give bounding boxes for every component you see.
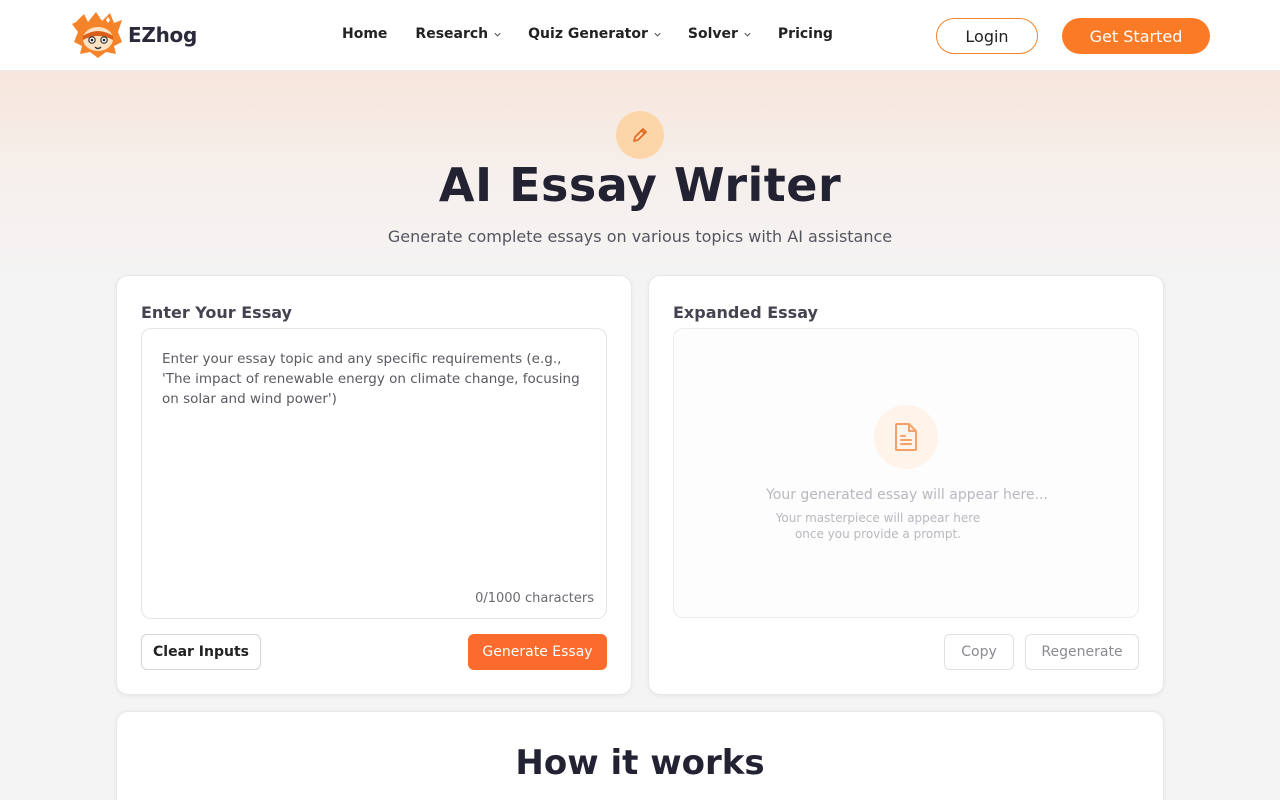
page-title: AI Essay Writer	[438, 158, 842, 212]
generate-essay-button[interactable]: Generate Essay	[468, 634, 607, 670]
copy-button[interactable]: Copy	[944, 634, 1014, 670]
essay-topic-input[interactable]	[141, 328, 607, 619]
output-placeholder-title: Your generated essay will appear here...	[766, 487, 1048, 503]
clear-inputs-button[interactable]: Clear Inputs	[141, 634, 261, 670]
nav-research-label: Research	[415, 26, 489, 42]
chevron-down-icon	[654, 32, 661, 37]
document-icon	[895, 423, 917, 451]
brand-logo[interactable]: EZhog	[72, 12, 197, 58]
nav-home-label: Home	[342, 26, 388, 42]
nav-quiz-generator[interactable]: Quiz Generator	[528, 26, 662, 42]
regenerate-button[interactable]: Regenerate	[1025, 634, 1139, 670]
get-started-button[interactable]: Get Started	[1062, 18, 1210, 54]
nav-research[interactable]: Research	[415, 26, 502, 42]
essay-input-card: Enter Your Essay 0/1000 characters Clear…	[116, 275, 632, 695]
site-header: EZhog Home Research Quiz Generator Solve…	[0, 0, 1280, 71]
input-card-title: Enter Your Essay	[141, 303, 292, 322]
essay-output-area: Your generated essay will appear here...…	[673, 328, 1139, 618]
how-it-works-section: How it works	[116, 711, 1164, 800]
pencil-icon	[633, 128, 647, 142]
brand-name: EZhog	[128, 23, 197, 47]
output-placeholder-subtitle: Your masterpiece will appear here once y…	[674, 510, 1082, 542]
document-icon-badge	[874, 405, 938, 469]
placeholder-sub-line-1: Your masterpiece will appear here	[775, 511, 981, 525]
placeholder-sub-line-2: once you provide a prompt.	[794, 527, 962, 541]
hero-icon-badge	[616, 111, 664, 159]
nav-pricing[interactable]: Pricing	[778, 26, 833, 42]
output-card-title: Expanded Essay	[673, 303, 818, 322]
nav-solver-label: Solver	[687, 26, 738, 42]
chevron-down-icon	[494, 32, 501, 37]
login-button[interactable]: Login	[936, 18, 1038, 54]
character-count: 0/1000 characters	[475, 591, 594, 606]
main-nav: Home Research Quiz Generator Solver Pric…	[342, 26, 833, 42]
chevron-down-icon	[744, 32, 751, 37]
nav-solver[interactable]: Solver	[688, 26, 752, 42]
expanded-essay-card: Expanded Essay Your generated essay will…	[648, 275, 1164, 695]
nav-home[interactable]: Home	[342, 26, 387, 42]
nav-pricing-label: Pricing	[777, 26, 833, 42]
nav-quiz-generator-label: Quiz Generator	[528, 26, 648, 42]
page-subtitle: Generate complete essays on various topi…	[387, 227, 893, 246]
hedgehog-logo-icon	[72, 12, 122, 58]
how-it-works-title: How it works	[515, 743, 765, 783]
